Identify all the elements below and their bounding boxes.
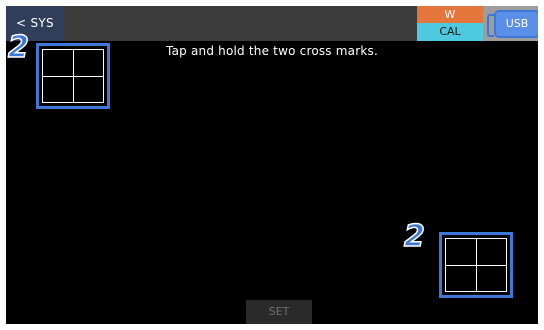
usb-status-area: USB [483, 6, 538, 41]
step-callout-number: 2 [403, 219, 425, 254]
mode-indicator-w: W [417, 6, 483, 23]
cross-mark-top-left[interactable] [36, 43, 110, 109]
cross-mark-frame [42, 49, 104, 103]
usb-button[interactable]: USB [494, 10, 538, 38]
cross-mark-bottom-right[interactable] [439, 232, 513, 298]
mode-indicator-cal: CAL [417, 23, 483, 41]
crosshair-vertical-line [476, 239, 477, 291]
cross-mark-frame [445, 238, 507, 292]
calibration-screen: < SYS W CAL USB Tap and hold the two cro… [6, 6, 538, 324]
step-callout-number: 2 [7, 30, 29, 65]
set-button[interactable]: SET [246, 300, 312, 324]
crosshair-vertical-line [73, 50, 74, 102]
top-bar: < SYS W CAL USB [6, 6, 538, 41]
usb-bracket-icon [487, 14, 494, 37]
